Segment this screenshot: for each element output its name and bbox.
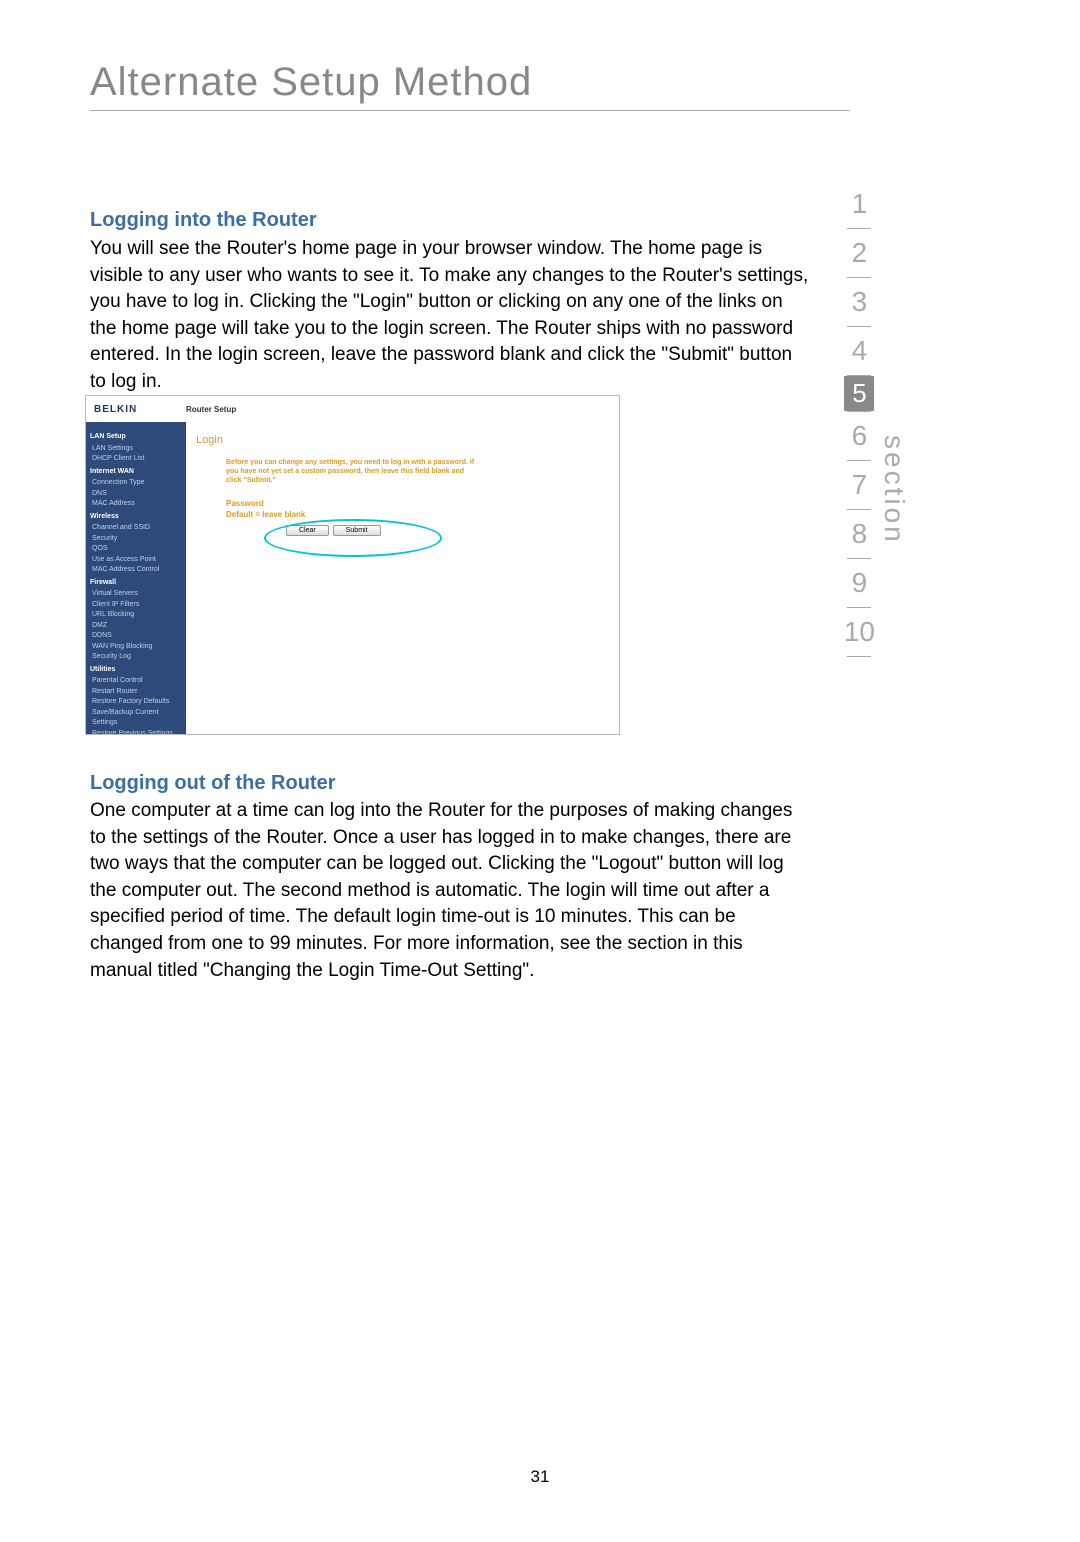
sidebar-virtual-servers[interactable]: Virtual Servers: [92, 589, 182, 600]
sidebar-security-log[interactable]: Security Log: [92, 652, 182, 663]
section-nav-2[interactable]: 2: [852, 229, 868, 277]
sidebar-connection-type[interactable]: Connection Type: [92, 478, 182, 489]
login-main-panel: Login Before you can change any settings…: [186, 422, 619, 734]
section-nav-9[interactable]: 9: [852, 559, 868, 607]
section-nav-3[interactable]: 3: [852, 278, 868, 326]
sidebar-ddns[interactable]: DDNS: [92, 631, 182, 642]
paragraph-logging-in: You will see the Router's home page in y…: [90, 236, 810, 396]
heading-logging-in: Logging into the Router: [90, 209, 317, 232]
title-underline: [90, 110, 850, 111]
sidebar-restore-previous[interactable]: Restore Previous Settings: [92, 729, 182, 736]
sidebar-restore-factory[interactable]: Restore Factory Defaults: [92, 697, 182, 708]
sidebar-dhcp-client-list[interactable]: DHCP Client List: [92, 454, 182, 465]
sidebar-utilities[interactable]: Utilities: [90, 665, 182, 676]
page-title: Alternate Setup Method: [90, 60, 532, 105]
clear-button[interactable]: Clear: [286, 525, 329, 536]
sidebar-dmz[interactable]: DMZ: [92, 621, 182, 632]
section-nav-6[interactable]: 6: [852, 412, 868, 460]
section-label: section: [878, 435, 910, 545]
sidebar-lan-settings[interactable]: LAN Settings: [92, 444, 182, 455]
section-nav-7[interactable]: 7: [852, 461, 868, 509]
default-hint: Default = leave blank: [226, 510, 609, 519]
sidebar-firewall[interactable]: Firewall: [90, 578, 182, 589]
sidebar-lan-setup[interactable]: LAN Setup: [90, 432, 182, 443]
login-heading: Login: [196, 434, 609, 446]
sidebar-client-ip-filters[interactable]: Client IP Filters: [92, 600, 182, 611]
login-instructions: Before you can change any settings, you …: [226, 458, 476, 485]
sidebar-restart-router[interactable]: Restart Router: [92, 687, 182, 698]
sidebar-dns[interactable]: DNS: [92, 489, 182, 500]
sidebar-use-as-ap[interactable]: Use as Access Point: [92, 555, 182, 566]
heading-logging-out: Logging out of the Router: [90, 772, 336, 795]
submit-button[interactable]: Submit: [333, 525, 381, 536]
section-nav-10[interactable]: 10: [844, 608, 875, 656]
password-label: Password: [226, 499, 609, 508]
sidebar-url-blocking[interactable]: URL Blocking: [92, 610, 182, 621]
sidebar-mac-address-control[interactable]: MAC Address Control: [92, 565, 182, 576]
sidebar-wan-ping-blocking[interactable]: WAN Ping Blocking: [92, 642, 182, 653]
section-nav-1[interactable]: 1: [852, 180, 868, 228]
sidebar-parental-control[interactable]: Parental Control: [92, 676, 182, 687]
router-login-screenshot: BELKIN Router Setup Home | Help | Login …: [85, 395, 620, 735]
sidebar-channel-ssid[interactable]: Channel and SSID: [92, 523, 182, 534]
sidebar-mac-address[interactable]: MAC Address: [92, 499, 182, 510]
router-setup-label: Router Setup: [186, 405, 236, 414]
section-nav-5-active[interactable]: 5: [844, 376, 874, 411]
section-nav-4[interactable]: 4: [852, 327, 868, 375]
sidebar: LAN Setup LAN Settings DHCP Client List …: [86, 422, 186, 734]
sidebar-save-backup[interactable]: Save/Backup Current Settings: [92, 708, 182, 729]
sidebar-internet-wan[interactable]: Internet WAN: [90, 467, 182, 478]
page-number: 31: [531, 1467, 550, 1487]
sidebar-qos[interactable]: QOS: [92, 544, 182, 555]
section-nav: 1 2 3 4 5 6 7 8 9 10: [844, 180, 875, 657]
nav-divider: [847, 656, 871, 657]
section-nav-8[interactable]: 8: [852, 510, 868, 558]
sidebar-security[interactable]: Security: [92, 534, 182, 545]
sidebar-wireless[interactable]: Wireless: [90, 512, 182, 523]
belkin-logo: BELKIN: [86, 404, 186, 415]
paragraph-logging-out: One computer at a time can log into the …: [90, 798, 810, 984]
